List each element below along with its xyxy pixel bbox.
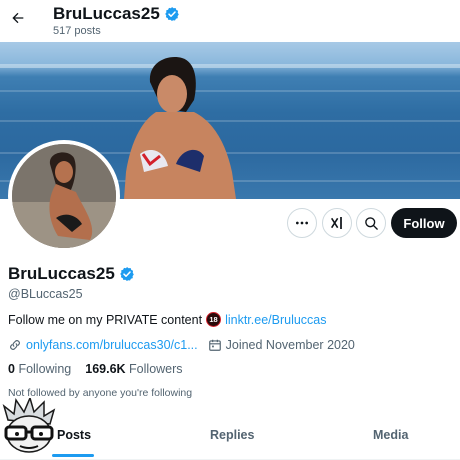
header-title-text: BruLuccas25 [53,4,160,23]
bio: Follow me on my PRIVATE content 18 linkt… [8,312,327,327]
grok-button[interactable] [322,208,352,238]
website-item: onlyfans.com/bruluccas30/c1... [8,338,198,352]
website-link[interactable]: onlyfans.com/bruluccas30/c1... [26,338,198,352]
follow-button[interactable]: Follow [391,208,457,238]
display-name-text: BruLuccas25 [8,264,115,283]
tab-posts[interactable]: Posts [57,428,91,442]
header-title: BruLuccas25 [53,4,180,24]
bio-link[interactable]: linktr.ee/Bruluccas [225,313,326,327]
tab-media[interactable]: Media [373,428,408,442]
mascot-watermark-icon [2,398,56,453]
following-label: Following [18,362,72,376]
calendar-icon [208,339,221,351]
followers-label: Followers [129,362,183,376]
following-count: 0 [8,362,15,376]
bio-text: Follow me on my PRIVATE content [8,312,203,327]
avatar[interactable] [8,140,120,252]
joined-item: Joined November 2020 [208,338,355,352]
avatar-photo [12,144,116,248]
follow-stats: 0 Following 169.6K Followers [8,362,183,376]
followers-count: 169.6K [85,362,126,376]
verified-icon [119,267,134,281]
followers-link[interactable]: 169.6K Followers [85,362,182,376]
top-bar: BruLuccas25 517 posts [0,0,460,42]
search-button[interactable] [356,208,386,238]
back-arrow-icon [12,12,24,24]
joined-date: Joined November 2020 [225,338,355,352]
link-icon [10,340,20,350]
tab-replies[interactable]: Replies [210,428,254,442]
posts-count: 517 posts [53,25,101,37]
grok-icon [330,217,342,229]
more-button[interactable] [287,208,317,238]
more-icon [296,221,308,225]
adult-18-icon: 18 [206,312,222,327]
display-name: BruLuccas25 [8,264,135,284]
verified-icon [164,7,179,21]
profile-tabs: Posts Replies Media [0,416,460,460]
handle: @BLuccas25 [8,287,83,301]
search-icon [364,216,378,230]
profile-meta: onlyfans.com/bruluccas30/c1... Joined No… [8,338,355,352]
active-tab-indicator [52,454,94,457]
back-button[interactable] [8,8,28,28]
following-link[interactable]: 0 Following [8,362,71,376]
